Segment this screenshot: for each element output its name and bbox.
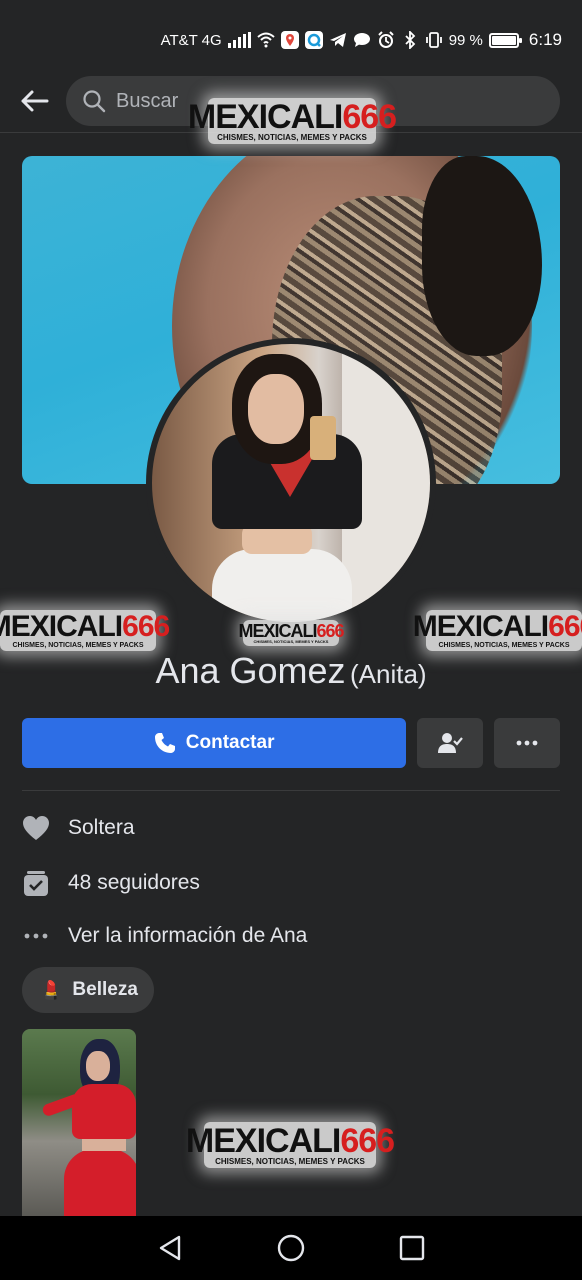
circle-home-icon xyxy=(277,1234,305,1262)
more-options-button[interactable] xyxy=(494,718,560,768)
followers-icon xyxy=(22,869,50,897)
vibrate-icon xyxy=(425,31,443,49)
battery-icon xyxy=(488,32,522,48)
lipstick-icon: 💄 xyxy=(40,979,63,1000)
signal-icon xyxy=(227,32,251,48)
nav-home-button[interactable] xyxy=(275,1232,307,1264)
divider xyxy=(22,790,560,791)
watermark-logo: MEXICALI666 CHISMES, NOTICIAS, MEMES Y P… xyxy=(187,98,397,144)
battery-percent: 99 % xyxy=(448,31,483,49)
info-followers[interactable]: 48 seguidores xyxy=(22,869,560,897)
relationship-status: Soltera xyxy=(68,816,135,839)
clock: 6:19 xyxy=(528,30,562,49)
info-see-more[interactable]: Ver la información de Ana xyxy=(22,922,560,950)
chat-icon xyxy=(353,31,371,49)
nav-recents-button[interactable] xyxy=(396,1232,428,1264)
alarm-icon xyxy=(377,31,395,49)
watermark-logo: MEXICALI666 CHISMES, NOTICIAS, MEMES Y P… xyxy=(238,620,345,646)
search-icon xyxy=(83,90,106,113)
profile-actions: Contactar xyxy=(22,718,560,768)
system-nav-bar xyxy=(0,1216,582,1280)
battery-fill xyxy=(491,35,516,45)
wifi-icon xyxy=(257,31,275,49)
friend-status-button[interactable] xyxy=(417,718,484,768)
profile-name: Ana Gomez xyxy=(155,650,346,691)
watermark-logo: MEXICALI666 CHISMES, NOTICIAS, MEMES Y P… xyxy=(185,1122,395,1168)
bluetooth-icon xyxy=(401,31,419,49)
profile-name-row: Ana Gomez (Anita) xyxy=(0,650,582,692)
messenger-app-icon xyxy=(304,31,323,49)
square-recents-icon xyxy=(399,1235,424,1261)
nav-back-button[interactable] xyxy=(154,1232,186,1264)
see-info-link[interactable]: Ver la información de Ana xyxy=(68,924,307,948)
interest-chip-label: Belleza xyxy=(72,979,138,1000)
location-app-icon xyxy=(280,31,299,49)
followers-count: 48 seguidores xyxy=(68,871,200,894)
more-dots-icon xyxy=(516,740,538,746)
photo-thumbnail[interactable] xyxy=(22,1029,136,1216)
phone-icon xyxy=(154,733,175,753)
watermark-logo: MEXICALI666 CHISMES, NOTICIAS, MEMES Y P… xyxy=(413,610,582,651)
profile-picture[interactable] xyxy=(146,338,436,628)
profile-alternate-name: (Anita) xyxy=(349,659,427,689)
telegram-icon xyxy=(329,31,347,49)
triangle-back-icon xyxy=(160,1235,181,1261)
friend-check-icon xyxy=(438,733,464,753)
heart-icon xyxy=(22,814,50,842)
watermark-logo: MEXICALI666 CHISMES, NOTICIAS, MEMES Y P… xyxy=(0,610,170,651)
carrier-label: AT&T 4G xyxy=(160,31,222,49)
back-button[interactable] xyxy=(16,83,52,119)
back-arrow-icon xyxy=(21,90,49,112)
status-bar: AT&T 4G 99 % 6:19 xyxy=(0,0,582,70)
interest-chip-beauty[interactable]: 💄 Belleza xyxy=(22,967,154,1013)
contact-button-label: Contactar xyxy=(185,732,275,753)
info-relationship: Soltera xyxy=(22,814,560,842)
contact-button[interactable]: Contactar xyxy=(22,718,407,768)
more-dots-icon xyxy=(22,922,50,950)
